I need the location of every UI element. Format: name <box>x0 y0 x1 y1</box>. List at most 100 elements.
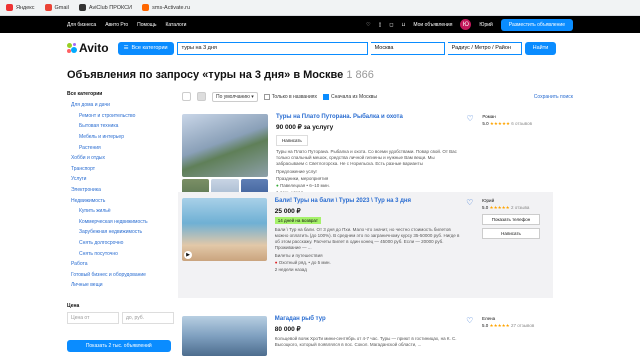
write-button[interactable]: Написать <box>482 228 540 239</box>
seller-name[interactable]: Роман <box>482 114 553 119</box>
chat-icon[interactable]: ◻ <box>389 22 393 28</box>
return-badge: 14 дней на возврат <box>274 217 321 224</box>
list-view-icon[interactable] <box>182 92 191 101</box>
play-icon[interactable]: ▶ <box>184 251 192 259</box>
listing-location: ● Охотный ряд, • до 5 мин. <box>274 260 331 266</box>
search-input[interactable]: туры на 3 дня <box>176 41 368 55</box>
nav-avito-pro[interactable]: Авито Pro <box>105 22 128 28</box>
favorite-heart-icon[interactable]: ♡ <box>466 198 476 292</box>
sidebar-item-home[interactable]: Для дома и дачи <box>67 100 182 111</box>
listing-category: Предложение услуг <box>276 169 318 175</box>
bookmark-yandex[interactable]: Яндекс <box>6 4 35 11</box>
aviclub-icon <box>78 4 86 11</box>
cart-icon[interactable]: ⊔ <box>402 22 406 28</box>
names-only-checkbox[interactable]: Только в названиях <box>263 93 317 100</box>
nav-catalogs[interactable]: Каталоги <box>165 22 186 28</box>
bell-icon[interactable]: ▯ <box>379 22 382 28</box>
sidebar-item-foreign[interactable]: Зарубежная недвижимость <box>67 227 182 238</box>
listing-title[interactable]: Туры на Плато Путорана. Рыбалка и охота <box>276 114 463 120</box>
sidebar-item-long-rent[interactable]: Снять долгосрочно <box>67 238 182 249</box>
listing-photos[interactable] <box>182 316 267 356</box>
listing-price: 25 000 ₽ <box>274 208 301 215</box>
sidebar-item-personal[interactable]: Личные вещи <box>67 280 182 291</box>
city-field[interactable]: Москва <box>370 41 445 55</box>
listing-subcategory: Праздники, мероприятия <box>276 176 329 182</box>
listing-location: ● Павелецкая • 6–10 мин. <box>276 183 330 189</box>
listing-card[interactable]: Магадан рыб тур 80 000 ₽ Кольцевой вояж … <box>178 316 553 356</box>
sidebar-item-commercial[interactable]: Коммерческая недвижимость <box>67 217 182 228</box>
sidebar-item-work[interactable]: Работа <box>67 259 182 270</box>
listing-price: 80 000 ₽ <box>274 326 301 333</box>
bookmarks-bar: Яндекс Gmail AviClub ПРОКСИ sms-Activate… <box>0 0 640 16</box>
listing-photo[interactable] <box>182 114 268 177</box>
seller-name[interactable]: Юрий <box>482 198 553 203</box>
sidebar-item-daily-rent[interactable]: Снять посуточно <box>67 248 182 259</box>
metro-icon: ● <box>276 183 279 189</box>
avatar[interactable]: Ю <box>460 19 472 30</box>
find-button[interactable]: Найти <box>524 41 557 55</box>
listing-photo[interactable] <box>182 316 267 356</box>
radius-field[interactable]: Радиус / Метро / Район <box>447 41 522 55</box>
save-search-link[interactable]: Сохранить поиск <box>534 94 573 100</box>
rating-stars: ★★★★★ <box>489 121 511 126</box>
search-bar: Avito ☰ Все категории туры на 3 дня Москв… <box>0 37 640 59</box>
grid-view-icon[interactable] <box>197 92 206 101</box>
favorite-heart-icon[interactable]: ♡ <box>466 316 476 356</box>
price-to-input[interactable]: до, руб. <box>122 311 174 324</box>
price-label: Цена <box>67 302 80 309</box>
nav-help[interactable]: Помощь <box>137 22 156 28</box>
price-from-input[interactable]: Цена от <box>67 311 119 324</box>
show-phone-button[interactable]: Показать телефон <box>482 214 540 225</box>
seller-info: Юрий 5.0 ★★★★★ 2 отзыва Показать телефон… <box>482 198 553 292</box>
sidebar-item-transport[interactable]: Транспорт <box>67 164 182 175</box>
heart-icon[interactable]: ♡ <box>366 22 370 28</box>
write-button[interactable]: Написать <box>276 135 308 146</box>
yandex-icon <box>6 4 13 11</box>
listing-title[interactable]: Магадан рыб тур <box>275 316 462 322</box>
sidebar-item-business[interactable]: Готовый бизнес и оборудование <box>67 270 182 281</box>
menu-icon: ☰ <box>123 45 129 51</box>
my-ads-link[interactable]: Мои объявления <box>413 22 452 28</box>
moscow-first-checkbox[interactable]: Сначала из Москвы <box>322 93 377 100</box>
sidebar-item-repair[interactable]: Ремонт и строительство <box>67 111 182 122</box>
listing-title[interactable]: Бали! Туры на бали \ Туры 2023 \ Тур на … <box>275 198 462 204</box>
logo-icon <box>67 43 77 53</box>
listing-card[interactable]: ▶ Бали! Туры на бали \ Туры 2023 \ Тур н… <box>178 192 553 298</box>
page-title: Объявления по запросу «туры на 3 дня» в … <box>67 69 374 81</box>
sort-select[interactable]: По умолчанию ▾ <box>212 91 258 102</box>
seller-info: Елена 5.0 ★★★★★ 27 отзывов <box>482 316 553 356</box>
top-nav: Для бизнеса Авито Pro Помощь Каталоги ♡ … <box>0 16 640 33</box>
sidebar-item-realty[interactable]: Недвижимость <box>67 195 182 206</box>
sms-icon <box>142 4 150 11</box>
listing-description: Кольцевой вояж ХроТи мини-сентябрь от 4-… <box>274 336 457 348</box>
seller-name[interactable]: Елена <box>482 316 553 321</box>
bookmark-sms-activate[interactable]: sms-Activate.ru <box>142 4 190 11</box>
results: По умолчанию ▾ Только в названиях Сначал… <box>178 91 573 356</box>
rating-stars: ★★★★★ <box>489 205 510 210</box>
sidebar-item-appliances[interactable]: Бытовая техника <box>67 121 182 132</box>
bookmark-gmail[interactable]: Gmail <box>44 4 69 11</box>
sidebar-heading[interactable]: Все категории <box>67 91 182 97</box>
listing-date: 2 недели назад <box>274 267 307 273</box>
listing-photo[interactable]: ▶ <box>182 198 267 261</box>
sidebar-item-services[interactable]: Услуги <box>67 174 182 185</box>
avito-logo[interactable]: Avito <box>67 41 109 55</box>
sidebar-item-buy[interactable]: Купить жильё <box>67 206 182 217</box>
categories-button[interactable]: ☰ Все категории <box>117 41 174 55</box>
listing-photos[interactable]: ▶ <box>182 198 267 292</box>
gmail-icon <box>44 4 52 11</box>
results-count: 1 866 <box>346 69 374 81</box>
sidebar: Все категории Для дома и дачи Ремонт и с… <box>67 91 182 352</box>
bookmark-aviclub[interactable]: AviClub ПРОКСИ <box>78 4 132 11</box>
sidebar-item-furniture[interactable]: Мебель и интерьер <box>67 132 182 143</box>
post-ad-button[interactable]: Разместить объявление <box>500 18 573 31</box>
sidebar-item-hobby[interactable]: Хобби и отдых <box>67 153 182 164</box>
listing-description: Бали \ Тур на бали. От 3 дня до Пхи. Мал… <box>274 227 460 251</box>
user-name[interactable]: Юрий <box>479 22 492 28</box>
sidebar-item-electronics[interactable]: Электроника <box>67 185 182 196</box>
listing-description: Туры на Плато Путорана. Рыбалка и охота.… <box>276 149 457 167</box>
nav-business[interactable]: Для бизнеса <box>67 22 96 28</box>
listing-price: 90 000 ₽ за услугу <box>276 124 334 131</box>
sidebar-item-plants[interactable]: Растения <box>67 142 182 153</box>
show-results-button[interactable]: Показать 2 тыс. объявлений <box>67 339 171 352</box>
